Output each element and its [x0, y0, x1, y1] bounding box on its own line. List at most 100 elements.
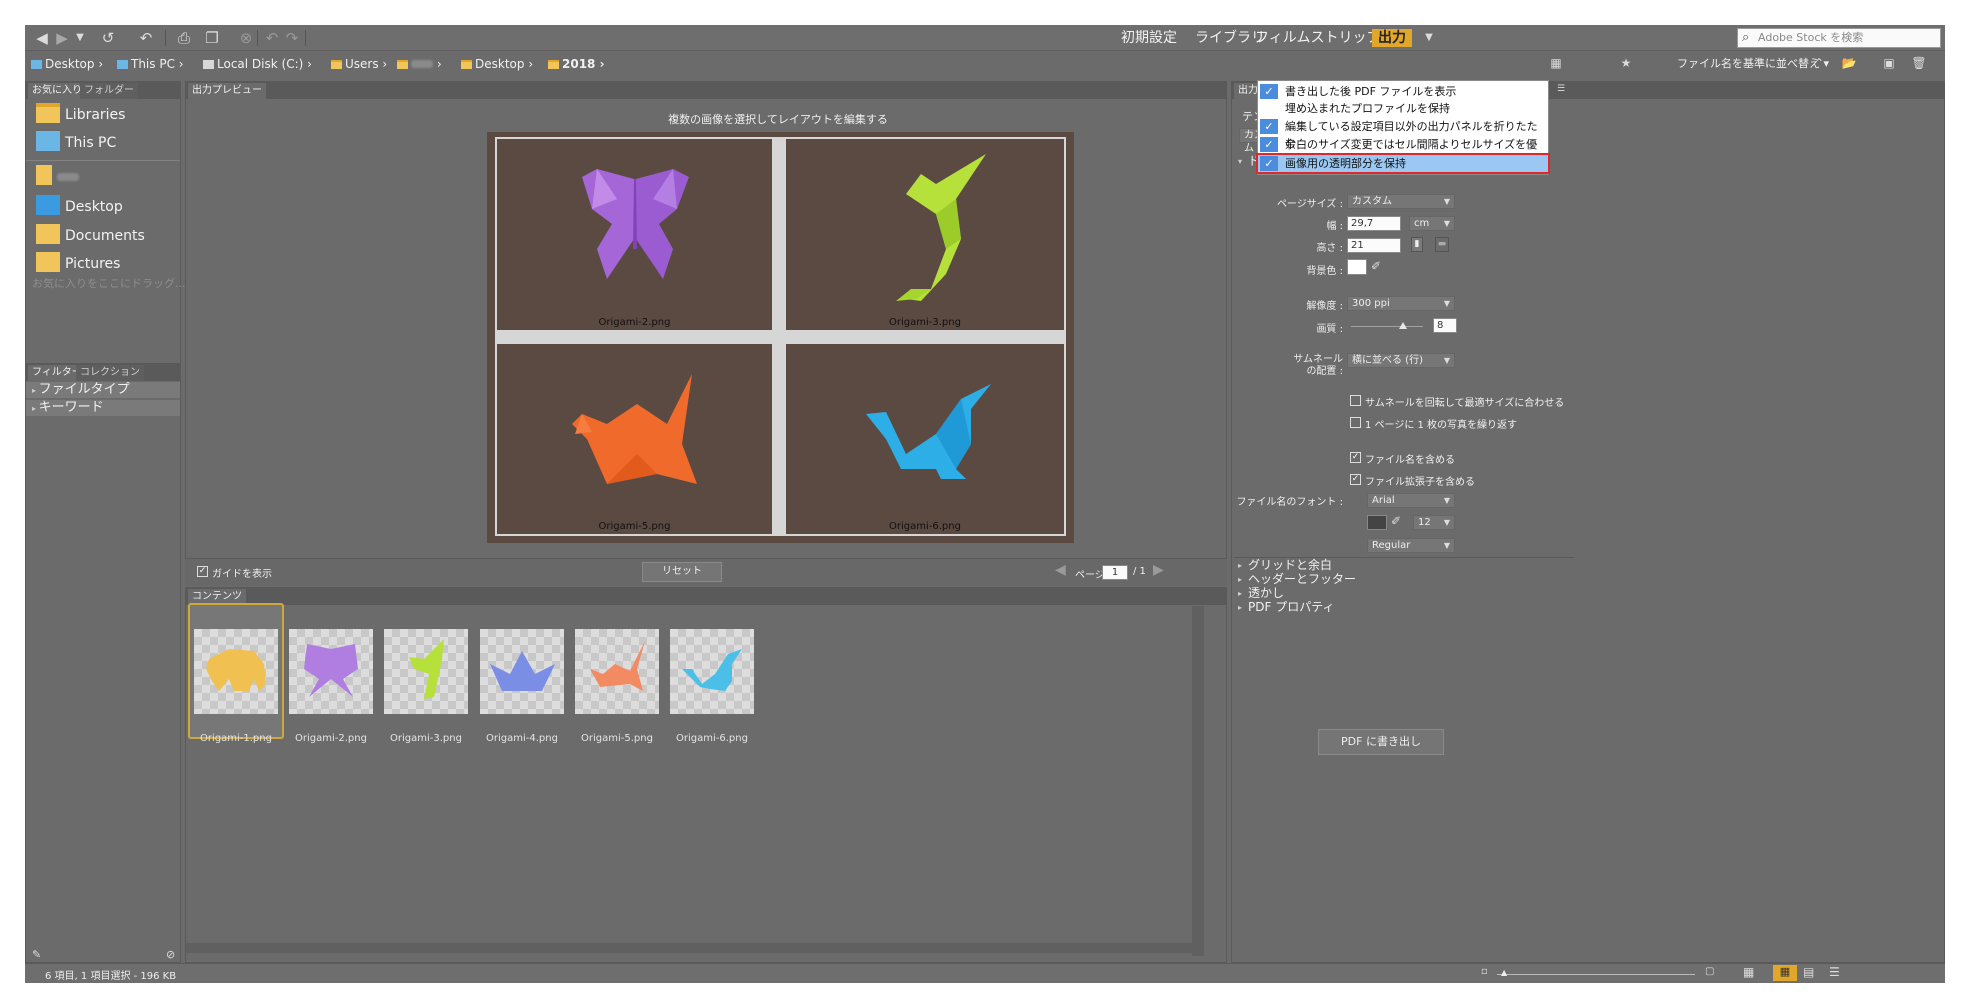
quality-input[interactable]: 8	[1433, 318, 1457, 333]
filter-section-keywords[interactable]: ▸ キーワード	[26, 400, 180, 416]
adobe-stock-search-input[interactable]: ⌕ Adobe Stock を検索	[1737, 28, 1941, 48]
section-pdf-properties[interactable]: ▸ PDF プロパティ	[1234, 601, 1570, 614]
menu-item-view-pdf-after-save[interactable]: ✓ 書き出した後 PDF ファイルを表示	[1258, 83, 1548, 100]
menu-item-prefer-cell-size[interactable]: ✓ 余白のサイズ変更ではセル間隔よりセルサイズを優先	[1258, 136, 1548, 168]
breadcrumb-users[interactable]: Users ›	[331, 56, 387, 72]
redo-icon[interactable]: ↷	[283, 29, 301, 47]
favorite-libraries[interactable]: Libraries	[36, 102, 125, 128]
export-pdf-button[interactable]: PDF に書き出し	[1318, 729, 1444, 755]
content-horizontal-scrollbar[interactable]	[186, 943, 1192, 953]
font-color-swatch[interactable]	[1367, 515, 1387, 530]
section-grid-margins[interactable]: ▸ グリッドと余白	[1234, 559, 1570, 572]
star-filter-icon[interactable]: ★	[1617, 54, 1635, 72]
favorite-desktop[interactable]: Desktop	[36, 194, 123, 220]
grid-lock-icon[interactable]: ▦	[1743, 965, 1754, 979]
preview-cell[interactable]: Origami-6.png	[786, 344, 1064, 534]
thumbnail-layout-dropdown[interactable]: 横に並べる (行) ▼	[1347, 353, 1455, 368]
forward-arrow-icon[interactable]: ▶	[53, 29, 71, 47]
thumbnail-quality-icon[interactable]: ▦	[1547, 54, 1565, 72]
height-input[interactable]: 21	[1347, 238, 1401, 253]
background-color-swatch[interactable]	[1347, 259, 1367, 275]
breadcrumb-user-folder[interactable]: ›	[397, 56, 442, 72]
section-header-footer[interactable]: ▸ ヘッダーとフッター	[1234, 573, 1570, 586]
preview-cell[interactable]: Origami-3.png	[786, 139, 1064, 330]
eyedropper-icon[interactable]: ✐	[1391, 514, 1401, 528]
favorite-user-folder[interactable]	[36, 164, 79, 190]
font-size-dropdown[interactable]: 12 ▼	[1413, 515, 1455, 530]
favorite-pictures[interactable]: Pictures	[36, 251, 120, 277]
chevron-down-icon[interactable]: ▼	[71, 29, 89, 47]
undo-icon[interactable]: ↶	[263, 29, 281, 47]
portrait-orientation-icon[interactable]: ▮	[1411, 237, 1423, 252]
filter-section-file-type[interactable]: ▸ ファイルタイプ	[26, 382, 180, 398]
menu-item-collapse-other-panels[interactable]: ✓ 編集している設定項目以外の出力パネルを折りたたむ	[1258, 118, 1548, 150]
font-style-dropdown[interactable]: Regular ▼	[1367, 538, 1455, 553]
reset-button[interactable]: リセット	[642, 562, 722, 582]
include-extension-checkbox[interactable]: ✓	[1350, 474, 1361, 485]
breadcrumb-desktop[interactable]: Desktop ›	[31, 56, 103, 72]
thumbnail-origami-3[interactable]	[384, 629, 468, 714]
view-thumbnails-icon[interactable]: ▦	[1773, 965, 1797, 981]
zoom-out-icon[interactable]: ▫	[1481, 966, 1488, 977]
favorite-documents[interactable]: Documents	[36, 223, 145, 249]
open-recent-icon[interactable]: 📂	[1840, 54, 1858, 72]
camera-icon[interactable]: ⎙	[175, 29, 193, 47]
workspace-filmstrip[interactable]: フィルムストリップ	[1255, 29, 1380, 47]
font-family-dropdown[interactable]: Arial ▼	[1367, 493, 1455, 508]
width-input[interactable]: 29,7	[1347, 216, 1401, 231]
copy-icon[interactable]: ❐	[203, 29, 221, 47]
thumbnail-origami-4[interactable]	[480, 629, 564, 714]
unit-dropdown[interactable]: cm ▼	[1409, 216, 1455, 231]
quality-slider-thumb[interactable]	[1398, 322, 1407, 329]
thumbnail-origami-6[interactable]	[670, 629, 754, 714]
pin-icon[interactable]: ✎	[32, 948, 41, 961]
sort-dropdown[interactable]: ファイル名を基準に並べ替え ▾	[1677, 56, 1829, 72]
new-folder-icon[interactable]: ▣	[1880, 54, 1898, 72]
thumbnail-origami-5[interactable]	[575, 629, 659, 714]
boomerang-icon[interactable]: ↺	[99, 29, 117, 47]
tab-collections[interactable]: コレクション	[76, 365, 144, 381]
breadcrumb-local-disk[interactable]: Local Disk (C:) ›	[203, 56, 312, 72]
page-number-input[interactable]: 1	[1102, 565, 1128, 580]
next-page-icon[interactable]: ▶	[1153, 562, 1164, 578]
previous-page-icon[interactable]: ◀	[1055, 562, 1066, 578]
landscape-orientation-icon[interactable]: ▬	[1435, 237, 1449, 252]
rotate-thumbnails-checkbox[interactable]	[1350, 395, 1361, 406]
refine-icon[interactable]: ⊗	[237, 29, 255, 47]
repeat-photo-checkbox[interactable]	[1350, 417, 1361, 428]
back-arrow-icon[interactable]: ◀	[33, 29, 51, 47]
page-size-dropdown[interactable]: カスタム ▼	[1347, 194, 1455, 209]
sort-ascending-icon[interactable]: ⌃	[1810, 54, 1828, 72]
view-details-icon[interactable]: ▤	[1803, 965, 1814, 979]
quality-slider-track[interactable]	[1351, 322, 1423, 329]
zoom-in-icon[interactable]: ▢	[1705, 966, 1714, 977]
include-filename-checkbox[interactable]: ✓	[1350, 452, 1361, 463]
trash-icon[interactable]: 🗑	[1910, 54, 1928, 72]
content-scrollbar[interactable]	[1192, 606, 1204, 956]
panel-menu-icon[interactable]: ☰	[1557, 84, 1565, 94]
thumbnail-size-thumb[interactable]: ▲	[1501, 968, 1507, 977]
rotate-icon[interactable]: ↶	[137, 29, 155, 47]
tab-folders[interactable]: フォルダー	[80, 83, 138, 99]
breadcrumb-2018[interactable]: 2018 ›	[548, 56, 605, 72]
view-list-icon[interactable]: ☰	[1829, 965, 1840, 979]
clear-filter-icon[interactable]: ⊘	[166, 948, 175, 961]
workspace-menu-chevron-icon[interactable]: ▼	[1420, 29, 1438, 47]
resolution-dropdown[interactable]: 300 ppi ▼	[1347, 296, 1455, 311]
workspace-essentials[interactable]: 初期設定	[1121, 29, 1177, 47]
menu-item-preserve-transparency[interactable]: ✓ 画像用の透明部分を保持	[1256, 153, 1550, 174]
workspace-output[interactable]: 出力	[1372, 29, 1412, 47]
eyedropper-icon[interactable]: ✐	[1371, 259, 1381, 273]
menu-item-preserve-embedded-profile[interactable]: 埋め込まれたプロファイルを保持	[1258, 100, 1548, 117]
show-guides-checkbox[interactable]: ✓	[197, 566, 208, 577]
favorite-this-pc[interactable]: This PC	[36, 130, 116, 156]
tab-output-preview[interactable]: 出力プレビュー	[188, 83, 266, 99]
section-watermark[interactable]: ▸ 透かし	[1234, 587, 1570, 600]
thumbnail-origami-1[interactable]	[194, 629, 278, 714]
preview-cell[interactable]: Origami-2.png	[497, 139, 772, 330]
breadcrumb-this-pc[interactable]: This PC ›	[117, 56, 184, 72]
preview-cell[interactable]: Origami-5.png	[497, 344, 772, 534]
thumbnail-origami-2[interactable]	[289, 629, 373, 714]
thumbnail-size-slider[interactable]	[1497, 974, 1695, 975]
tab-favorites[interactable]: お気に入り	[28, 83, 86, 99]
